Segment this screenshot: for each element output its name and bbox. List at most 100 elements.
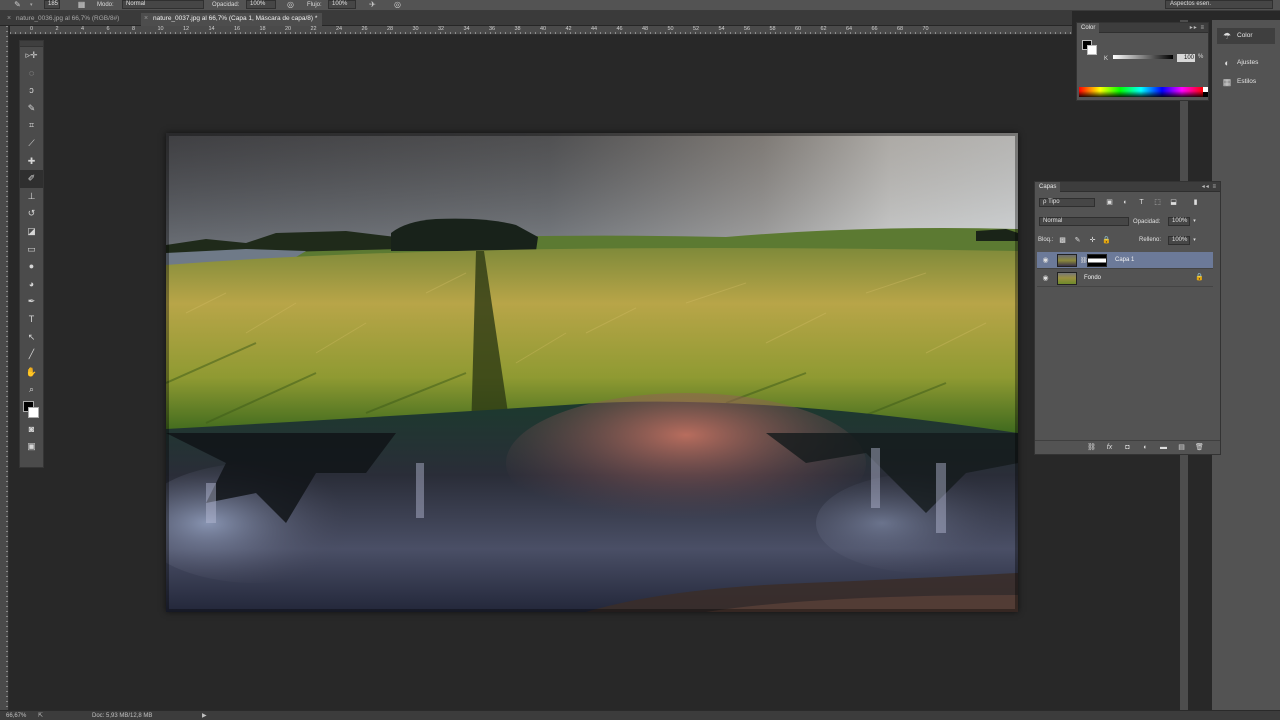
brush-size-field[interactable]: 185 [44,0,60,9]
screen-mode-icon[interactable]: ▣ [20,438,43,456]
adjustments-icon: ◐ [1224,58,1230,68]
workspace-select[interactable]: Aspectos esen. [1165,0,1273,9]
gradient-tool-icon[interactable]: ▭ [20,241,43,259]
brush-dropdown-icon[interactable]: ▾ [30,0,33,10]
filter-shape-icon[interactable]: ⬚ [1153,198,1162,207]
lock-all-icon[interactable]: 🔒 [1102,236,1111,245]
layer-row-fondo[interactable]: ◉ Fondo 🔒 [1037,270,1213,287]
dock-adjustments-button[interactable]: ◐ Ajustes [1217,55,1275,71]
background-color-swatch[interactable] [1087,45,1097,55]
tab-nature-0036[interactable]: × nature_0036.jpg al 66,7% (RGB/8#) [4,13,124,26]
layer-name[interactable]: Capa 1 [1115,252,1134,269]
ruler-tick-label: 64 [846,26,853,32]
k-channel-value[interactable]: 100 [1177,54,1195,62]
fill-dropdown-icon[interactable]: ▾ [1190,236,1199,245]
zoom-level[interactable]: 66,67% [6,712,26,720]
layer-style-fx-icon[interactable]: fx [1105,443,1114,452]
crop-tool-icon[interactable]: ⌗ [20,117,43,135]
document-size: Doc: 5,93 MB/12,8 MB [92,713,153,719]
flow-field[interactable]: 100% [328,0,356,9]
color-swatches[interactable] [20,399,43,421]
tab-color[interactable]: Color [1077,23,1100,33]
visibility-eye-icon[interactable]: ◉ [1041,274,1050,283]
filter-pixel-icon[interactable]: ▣ [1105,198,1114,207]
clone-stamp-tool-icon[interactable]: ⊥ [20,188,43,206]
line-tool-icon[interactable]: ╱ [20,346,43,364]
dodge-tool-icon[interactable]: ◕ [20,276,43,294]
eraser-tool-icon[interactable]: ◪ [20,223,43,241]
visibility-eye-icon[interactable]: ◉ [1041,256,1050,265]
collapsed-panel-dock: ☂ Color ◐ Ajustes ▦ Estilos [1212,20,1280,710]
pen-tool-icon[interactable]: ✒ [20,293,43,311]
brush-tool-icon[interactable]: ✐ [20,170,43,188]
eyedropper-tool-icon[interactable]: ⟋ [20,135,43,153]
zoom-tool-icon[interactable]: ⌕ [20,381,43,399]
airbrush-icon[interactable]: ✈ [368,0,377,9]
type-tool-icon[interactable]: T [20,311,43,329]
pressure-size-icon[interactable]: ◎ [393,0,402,9]
filter-smart-object-icon[interactable]: ⬓ [1169,198,1178,207]
lasso-tool-icon[interactable]: ↄ [20,82,43,100]
history-brush-tool-icon[interactable]: ↺ [20,205,43,223]
document-canvas[interactable] [166,133,1018,612]
filter-toggle-icon[interactable]: ▮ [1191,198,1200,207]
tab-layers[interactable]: Capas [1035,182,1061,192]
layer-fill-field[interactable]: 100% [1168,236,1190,245]
tab-nature-0037[interactable]: × nature_0037.jpg al 66,7% (Capa 1, Másc… [141,13,323,26]
blur-tool-icon[interactable]: ● [20,258,43,276]
healing-brush-tool-icon[interactable]: ✚ [20,153,43,171]
hand-tool-icon[interactable]: ✋ [20,364,43,382]
lock-transparency-icon[interactable]: ▩ [1058,236,1067,245]
marquee-tool-icon[interactable]: ◌ [20,65,43,83]
layer-row-capa-1[interactable]: ◉ ⛓ Capa 1 [1037,252,1213,269]
add-mask-icon[interactable]: ◘ [1123,443,1132,452]
panel-menu-icon[interactable]: ◂◂ ≡ [1202,182,1217,192]
filter-adjustment-icon[interactable]: ◐ [1121,198,1130,207]
path-selection-tool-icon[interactable]: ↖ [20,329,43,347]
layer-opacity-field[interactable]: 100% [1168,217,1190,226]
ruler-tick-label: 66 [871,26,878,32]
dock-styles-button[interactable]: ▦ Estilos [1217,74,1275,90]
move-tool-icon[interactable]: ▹✛ [20,47,43,65]
k-channel-slider[interactable] [1113,55,1173,59]
quick-selection-tool-icon[interactable]: ✎ [20,100,43,118]
opacity-field[interactable]: 100% [246,0,276,9]
layers-panel-footer: ⛓ fx ◘ ◐ ▬ ▤ 🗑 [1035,440,1220,454]
status-menu-arrow-icon[interactable]: ▶ [202,712,207,720]
delete-layer-icon[interactable]: 🗑 [1195,443,1204,452]
brush-preset-icon[interactable]: ✎ [13,0,22,9]
link-layers-icon[interactable]: ⛓ [1087,443,1096,452]
vertical-ruler[interactable] [0,26,9,710]
opacity-dropdown-icon[interactable]: ▾ [1190,217,1199,226]
color-spectrum[interactable] [1079,87,1203,97]
brush-panel-icon[interactable]: ▦ [77,0,86,9]
new-group-icon[interactable]: ▬ [1159,443,1168,452]
status-share-icon[interactable]: ⇱ [38,712,43,720]
mode-select[interactable]: Normal [122,0,204,9]
pressure-opacity-icon[interactable]: ◎ [286,0,295,9]
horizontal-ruler[interactable]: 0 2 4 6 8 10 12 14 16 18 20 22 24 26 28 30 32 34 36 38 40 42 4… [10,26,1072,35]
lock-position-icon[interactable]: ✛ [1088,236,1097,245]
adjustment-layer-icon[interactable]: ◐ [1141,443,1150,452]
lock-label: Bloq.: [1038,237,1054,243]
lock-pixels-icon[interactable]: ✎ [1073,236,1082,245]
background-color-swatch[interactable] [28,406,39,418]
ruler-tick-label: 56 [744,26,751,32]
ruler-tick-label: 20 [285,26,292,32]
ruler-tick-label: 28 [387,26,394,32]
quick-mask-icon[interactable]: ◙ [20,421,43,439]
layers-panel-tabbar: Capas ◂◂ ≡ [1035,182,1220,192]
ruler-tick-label: 0 [30,26,34,32]
percent-label: % [1198,54,1204,60]
close-icon[interactable]: × [144,13,148,25]
close-icon[interactable]: × [7,13,11,25]
layer-filter-select[interactable]: ρ Tipo [1039,198,1095,207]
filter-type-icon[interactable]: T [1137,198,1146,207]
layer-name[interactable]: Fondo [1084,270,1101,287]
panel-menu-icon[interactable]: ▸▸ ≡ [1190,23,1205,33]
blend-mode-select[interactable]: Normal [1039,217,1129,226]
new-layer-icon[interactable]: ▤ [1177,443,1186,452]
black-white-swatch[interactable] [1203,87,1208,97]
layer-mask-thumbnail[interactable] [1087,254,1107,267]
dock-color-button[interactable]: ☂ Color [1217,28,1275,44]
